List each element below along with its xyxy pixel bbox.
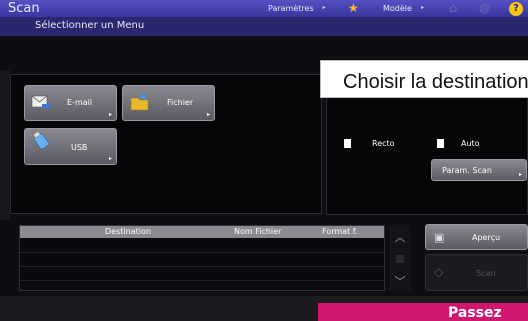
preview-icon: ▣ [434, 231, 445, 244]
params-arrow-icon: ▸ [322, 4, 326, 11]
table-row [20, 252, 384, 253]
home-icon[interactable]: ⌂ [449, 1, 457, 16]
email-arrow-icon: ▸ [108, 111, 112, 118]
column-filename: Nom Fichier [234, 227, 282, 236]
scan-icon: ◇ [434, 265, 444, 279]
param-scan-arrow-icon: ▸ [518, 171, 522, 178]
params-button[interactable]: Paramètres ▸ [268, 0, 326, 17]
folder-icon [130, 94, 149, 111]
tooltip-text: Choisir la destination [343, 71, 528, 93]
email-label: E-mail [67, 98, 93, 107]
column-format: Format f. [322, 227, 358, 236]
destination-tooltip: Choisir la destination [320, 60, 528, 98]
globe-icon[interactable]: ◍ [479, 1, 490, 16]
file-label: Fichier [167, 98, 194, 107]
scroll-up-icon[interactable]: ︿ [392, 229, 408, 245]
file-arrow-icon: ▸ [206, 111, 210, 118]
auto-setting[interactable]: Auto [431, 136, 527, 152]
header-bar: Scan Sélectionner un Menu Paramètres ▸ ★… [0, 0, 528, 36]
table-row [20, 280, 384, 281]
params-label: Paramètres [268, 4, 314, 13]
table-header: Destination Nom Fichier Format f. [20, 226, 384, 238]
file-button[interactable]: Fichier ▸ [122, 85, 215, 121]
auto-label: Auto [461, 139, 480, 148]
usb-label: USB [71, 143, 88, 152]
destination-table[interactable]: Destination Nom Fichier Format f. [19, 225, 385, 291]
usb-icon [32, 131, 50, 150]
left-strip [0, 70, 10, 220]
recto-setting[interactable]: Recto [334, 136, 426, 152]
help-icon[interactable]: ? [509, 2, 523, 16]
scroll-down-icon[interactable]: ﹀ [392, 273, 408, 289]
usb-button[interactable]: USB ▸ [24, 128, 117, 165]
param-scan-button[interactable]: Param. Scan ▸ [431, 159, 527, 181]
star-icon[interactable]: ★ [348, 1, 359, 16]
preview-button[interactable]: ▣ Aperçu [425, 224, 528, 250]
recto-label: Recto [372, 139, 395, 148]
model-label: Modèle [383, 4, 412, 13]
settings-panel: Recto Auto Param. Scan ▸ [326, 95, 528, 215]
scan-button[interactable]: ◇ Scan [425, 254, 528, 291]
scan-label: Scan [476, 269, 496, 278]
param-scan-label: Param. Scan [442, 166, 492, 175]
email-button[interactable]: E-mail ▸ [24, 85, 117, 121]
usb-arrow-icon: ▸ [108, 155, 112, 162]
column-destination: Destination [105, 227, 151, 236]
document-icon [344, 139, 351, 148]
model-button[interactable]: Modèle ▸ [383, 0, 424, 17]
model-arrow-icon: ▸ [420, 4, 424, 11]
app-title: Scan [8, 1, 40, 16]
menu-panel: E-mail ▸ Fichier ▸ USB ▸ [10, 74, 322, 214]
banner: Passez [318, 303, 528, 321]
table-scrollbar[interactable]: ︿ ﹀ [389, 225, 411, 291]
scroll-thumb[interactable] [396, 255, 404, 263]
table-row [20, 266, 384, 267]
preview-label: Aperçu [472, 233, 501, 242]
banner-text: Passez [448, 305, 502, 321]
color-mode-icon [437, 139, 444, 148]
email-icon [31, 95, 51, 110]
page-subtitle: Sélectionner un Menu [35, 20, 145, 31]
